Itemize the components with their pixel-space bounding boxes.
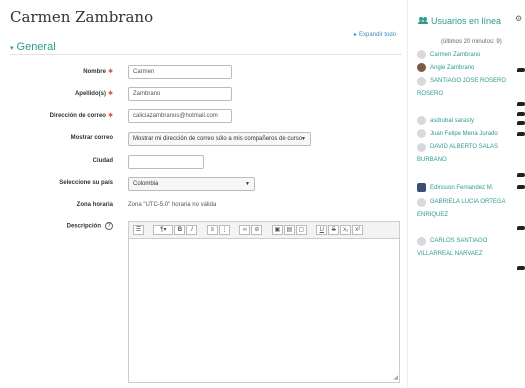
divider: [10, 54, 402, 55]
online-user-item[interactable]: SANTIAGO JOSE ROSERO ROSERO: [417, 75, 525, 101]
gear-icon[interactable]: ⚙: [515, 14, 522, 23]
online-users-subtitle: (últimos 20 minutos: 9): [441, 39, 502, 45]
apellido-input[interactable]: Zambrano: [128, 87, 232, 101]
nombre-input[interactable]: Carmen: [128, 65, 232, 79]
avatar: [417, 49, 426, 59]
resize-handle-icon[interactable]: ◢: [393, 374, 398, 381]
strikethrough-icon[interactable]: S: [328, 225, 340, 235]
online-user-item[interactable]: Juan Felipe Mena Jurado: [417, 128, 525, 141]
avatar: [417, 237, 426, 246]
bullet-list-icon[interactable]: ≡: [206, 225, 218, 235]
triangle-right-icon: ▸: [354, 32, 358, 38]
avatar: [417, 143, 426, 152]
bold-icon[interactable]: B: [174, 225, 186, 235]
correo-label: Dirección de correo: [49, 113, 106, 119]
mostrar-correo-select[interactable]: Mostrar mi dirección de correo sólo a mi…: [128, 132, 311, 146]
media-icon[interactable]: ▤: [283, 225, 295, 235]
italic-icon[interactable]: I: [186, 225, 198, 235]
online-user-item[interactable]: Angie Zambrano: [417, 62, 525, 75]
avatar: [417, 198, 426, 207]
message-icon[interactable]: [517, 112, 525, 116]
message-icon[interactable]: [517, 266, 525, 270]
caret-down-icon: ▼: [245, 181, 250, 187]
subscript-icon[interactable]: x₂: [340, 225, 352, 235]
numbered-list-icon[interactable]: ⋮: [218, 225, 230, 235]
online-user-item[interactable]: DAVID ALBERTO SALAS BURBANO: [417, 141, 525, 167]
sidebar-divider: [407, 0, 408, 388]
description-editor[interactable]: ☰ ¶▾ B I ≡ ⋮ ∞ ⊘ ▣ ▤ ▢ U Sx₂ x² ◢: [128, 221, 400, 383]
form-row-nombre: Nombre ✱ Carmen: [0, 65, 405, 79]
message-icon[interactable]: [517, 173, 525, 177]
email-field[interactable]: caliciazambranos@hotmail.com: [128, 109, 232, 123]
users-icon: [418, 17, 428, 24]
caret-down-icon: ▼: [301, 136, 306, 142]
message-icon[interactable]: [517, 185, 525, 189]
message-icon[interactable]: [517, 68, 525, 72]
editor-toolbar: ☰ ¶▾ B I ≡ ⋮ ∞ ⊘ ▣ ▤ ▢ U Sx₂ x²: [129, 222, 399, 239]
pais-select[interactable]: Colombia ▼: [128, 177, 255, 191]
message-icon[interactable]: [517, 132, 525, 136]
underline-icon[interactable]: U: [316, 225, 328, 235]
unlink-icon[interactable]: ⊘: [251, 225, 263, 235]
avatar: [417, 182, 426, 192]
form-row-apellido: Apellido(s) ✱ Zambrano: [0, 87, 405, 101]
message-icon[interactable]: [517, 226, 525, 230]
image-icon[interactable]: ▣: [271, 225, 283, 235]
message-icon[interactable]: [517, 121, 525, 125]
zona-label: Zona horaria: [76, 202, 113, 208]
paragraph-style-icon[interactable]: ¶▾: [153, 225, 174, 235]
required-icon: ✱: [107, 91, 113, 97]
page-title: Carmen Zambrano: [10, 8, 154, 26]
online-user-item[interactable]: Edinsson Fernandez M.: [417, 182, 525, 195]
online-user-item[interactable]: CARLOS SANTIAGO VILLARREAL NARVAEZ: [417, 235, 525, 261]
descripcion-label: Descripción: [66, 223, 101, 230]
link-icon[interactable]: ∞: [239, 225, 251, 235]
help-icon[interactable]: ?: [105, 222, 113, 230]
ciudad-label: Ciudad: [92, 158, 113, 164]
online-user-item[interactable]: Carmen Zambrano: [417, 49, 525, 62]
superscript-icon[interactable]: x²: [352, 225, 364, 235]
expand-all-link[interactable]: ▸ Expandir todo: [354, 31, 396, 38]
form-row-ciudad: Ciudad: [0, 155, 405, 169]
form-row-correo: Dirección de correo ✱ caliciazambranos@ho…: [0, 109, 405, 123]
section-title[interactable]: General: [17, 41, 56, 53]
avatar: [417, 77, 426, 86]
file-manager-icon[interactable]: ▢: [295, 225, 307, 235]
form-row-mostrar-correo: Mostrar correo Mostrar mi dirección de c…: [0, 132, 405, 146]
zona-value: Zona "UTC-5.0" horaria no válida: [128, 202, 217, 208]
required-icon: ✱: [107, 113, 113, 119]
message-icon[interactable]: [517, 102, 525, 106]
form-row-pais: Seleccione su país Colombia ▼: [0, 177, 405, 191]
avatar: [417, 62, 426, 72]
toolbar-toggle-icon[interactable]: ☰: [133, 225, 144, 235]
apellido-label: Apellido(s): [74, 91, 106, 97]
form-row-zona: Zona horaria Zona "UTC-5.0" horaria no v…: [0, 199, 405, 213]
ciudad-input[interactable]: [128, 155, 204, 169]
online-users-block-title: Usuarios en línea: [418, 16, 501, 26]
online-user-item[interactable]: asdrubal sarasty: [417, 115, 525, 128]
nombre-label: Nombre: [83, 69, 106, 75]
section-general-header[interactable]: ▾ General: [10, 41, 56, 53]
chevron-down-icon: ▾: [10, 45, 14, 52]
online-user-item[interactable]: GABRIELA LUCIA ORTEGA ENRIQUEZ: [417, 196, 525, 222]
pais-label: Seleccione su país: [59, 180, 113, 186]
avatar: [417, 128, 426, 138]
required-icon: ✱: [107, 69, 113, 75]
avatar: [417, 115, 426, 125]
mostrar-correo-label: Mostrar correo: [70, 135, 113, 141]
